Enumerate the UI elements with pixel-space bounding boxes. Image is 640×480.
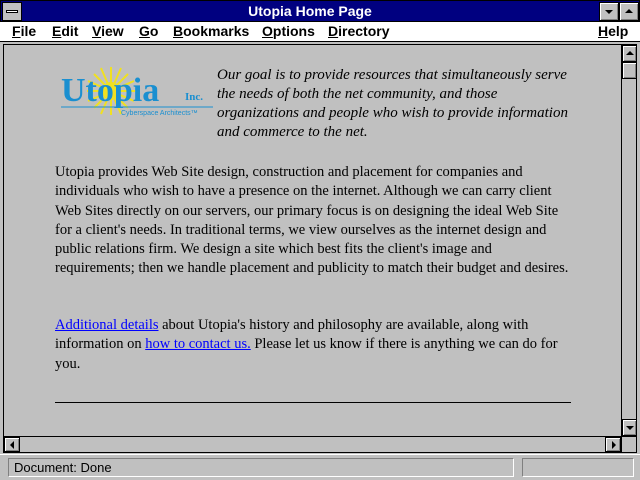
arrow-right-icon	[612, 441, 616, 449]
additional-details-link[interactable]: Additional details	[55, 317, 159, 333]
menu-go-mnemonic: G	[139, 23, 150, 39]
minimize-button[interactable]	[599, 2, 619, 21]
scroll-down-button[interactable]	[622, 419, 637, 436]
horizontal-rule	[55, 402, 571, 403]
logo-wordmark: Utopia	[61, 72, 159, 109]
menu-options-mnemonic: O	[262, 23, 273, 39]
menu-go-label: o	[149, 23, 159, 39]
menu-help-mnemonic: H	[598, 23, 609, 39]
maximize-button[interactable]	[619, 2, 639, 21]
arrow-up-icon	[626, 51, 634, 55]
arrow-left-icon	[10, 441, 14, 449]
menu-bookmarks-label: ookmarks	[183, 23, 250, 39]
menu-options-label: ptions	[272, 23, 315, 39]
vertical-scroll-thumb[interactable]	[622, 62, 637, 79]
page-content: Utopia Inc. Cyberspace Architects™ Our g…	[5, 46, 621, 436]
menu-directory-mnemonic: D	[328, 23, 339, 39]
intro-paragraph: Utopia provides Web Site design, constru…	[55, 164, 569, 277]
utopia-logo: Utopia Inc. Cyberspace Architects™	[61, 67, 213, 117]
minimize-icon	[605, 10, 613, 14]
progress-indicator	[522, 458, 634, 477]
menu-directory[interactable]: Directory	[328, 23, 389, 39]
title-bar: Utopia Home Page	[0, 0, 640, 22]
browser-viewport: Utopia Inc. Cyberspace Architects™ Our g…	[3, 44, 637, 453]
scroll-up-button[interactable]	[622, 45, 637, 62]
menu-help-label: elp	[608, 23, 629, 39]
menu-go[interactable]: Go	[139, 23, 158, 39]
scroll-right-button[interactable]	[605, 437, 621, 452]
menu-view-label: iew	[101, 23, 124, 39]
contact-us-link[interactable]: how to contact us.	[145, 336, 251, 352]
menu-view[interactable]: View	[92, 23, 124, 39]
scrollbar-corner	[621, 436, 636, 452]
status-text: Document: Done	[8, 458, 514, 477]
window-title: Utopia Home Page	[248, 3, 372, 19]
menu-edit-mnemonic: E	[52, 23, 62, 39]
scroll-left-button[interactable]	[4, 437, 20, 452]
status-bar: Document: Done	[0, 454, 640, 480]
menu-bookmarks[interactable]: Bookmarks	[173, 23, 249, 39]
menu-bar: File Edit View Go Bookmarks Options Dire…	[0, 22, 640, 42]
maximize-icon	[625, 9, 633, 13]
vertical-scrollbar[interactable]	[621, 45, 637, 436]
logo-suffix: Inc.	[185, 91, 203, 103]
menu-file-label: ile	[20, 23, 37, 39]
arrow-down-icon	[626, 426, 634, 430]
menu-directory-label: irectory	[338, 23, 390, 39]
details-paragraph: Additional details about Utopia's histor…	[55, 316, 575, 374]
menu-help[interactable]: Help	[598, 23, 628, 39]
menu-edit[interactable]: Edit	[52, 23, 78, 39]
menu-file-mnemonic: F	[12, 23, 21, 39]
menu-file[interactable]: File	[12, 23, 36, 39]
system-menu-button[interactable]	[2, 2, 22, 21]
horizontal-scrollbar[interactable]	[4, 436, 621, 452]
menu-options[interactable]: Options	[262, 23, 315, 39]
menu-bookmarks-mnemonic: B	[173, 23, 184, 39]
system-menu-icon	[6, 10, 18, 13]
menu-edit-label: dit	[61, 23, 79, 39]
mission-statement: Our goal is to provide resources that si…	[217, 67, 568, 140]
logo-subtitle: Cyberspace Architects™	[121, 110, 198, 117]
menu-view-mnemonic: V	[92, 23, 102, 39]
